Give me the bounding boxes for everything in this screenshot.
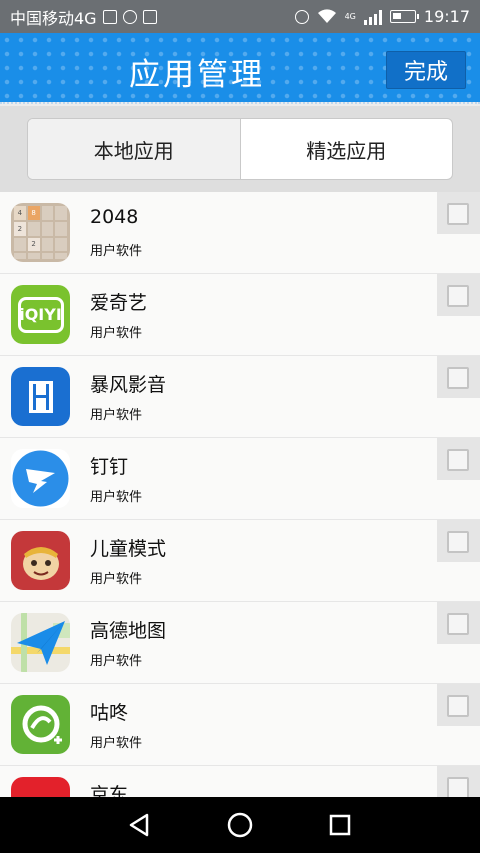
runner-icon [11, 695, 70, 754]
list-item[interactable]: 钉钉 用户软件 [0, 438, 480, 520]
dingtalk-icon [11, 449, 70, 508]
select-checkbox[interactable] [437, 766, 480, 797]
battery-icon [389, 10, 419, 23]
select-checkbox[interactable] [437, 356, 480, 398]
app-type: 用户软件 [90, 244, 143, 259]
app-name: 暴风影音 [90, 374, 167, 396]
select-checkbox[interactable] [437, 192, 480, 234]
app-name: 2048 [90, 206, 139, 228]
app-type: 用户软件 [90, 408, 143, 423]
app-name: 高德地图 [90, 620, 167, 642]
app-name: 钉钉 [90, 456, 129, 478]
network-type-label: 4G [344, 12, 356, 21]
app-type: 用户软件 [90, 736, 143, 751]
segmented-control: 本地应用 精选应用 [27, 118, 453, 180]
list-item[interactable]: 儿童模式 用户软件 [0, 520, 480, 602]
select-checkbox[interactable] [437, 602, 480, 644]
back-button[interactable] [120, 805, 160, 845]
home-button[interactable] [220, 805, 260, 845]
app-name: 爱奇艺 [90, 292, 148, 314]
list-item[interactable]: 暴风影音 用户软件 [0, 356, 480, 438]
page-title: 应用管理 [129, 57, 265, 93]
alarm-icon [294, 9, 309, 24]
jd-icon [11, 777, 70, 797]
sim-icon [142, 9, 157, 24]
clock: 19:17 [423, 7, 470, 26]
select-checkbox[interactable] [437, 438, 480, 480]
app-type: 用户软件 [90, 654, 143, 669]
sync-icon [122, 9, 137, 24]
wifi-icon [317, 8, 336, 23]
done-button[interactable]: 完成 [386, 51, 466, 89]
tab-bar: 本地应用 精选应用 [0, 106, 480, 192]
list-item[interactable]: 京东 [0, 766, 480, 797]
navigation-bar [0, 797, 480, 853]
signal-icon [363, 9, 382, 25]
tab-local-apps[interactable]: 本地应用 [28, 119, 241, 179]
status-bar: 中国移动4G 4G 19:17 [0, 0, 480, 33]
carrier-label: 中国移动4G [10, 8, 97, 28]
app-name: 京东 [90, 784, 129, 797]
recents-icon [329, 814, 351, 836]
tab-featured-apps[interactable]: 精选应用 [241, 119, 453, 179]
list-item[interactable]: 高德地图 用户软件 [0, 602, 480, 684]
map-plane-icon [11, 613, 70, 672]
iqiyi-icon: iQIYI [11, 285, 70, 344]
monkey-icon [11, 531, 70, 590]
app-type: 用户软件 [90, 572, 143, 587]
app-name: 咕咚 [90, 702, 129, 724]
app-header: 应用管理 完成 [0, 33, 480, 105]
select-checkbox[interactable] [437, 520, 480, 562]
image-icon [102, 9, 117, 24]
app-type: 用户软件 [90, 490, 143, 505]
select-checkbox[interactable] [437, 274, 480, 316]
game-2048-icon: 48 2 2 [11, 203, 70, 262]
list-item[interactable]: 48 2 2 2048 用户软件 [0, 192, 480, 274]
list-item[interactable]: 咕咚 用户软件 [0, 684, 480, 766]
film-icon [11, 367, 70, 426]
recents-button[interactable] [320, 805, 360, 845]
select-checkbox[interactable] [437, 684, 480, 726]
back-icon [129, 813, 149, 837]
app-type: 用户软件 [90, 326, 143, 341]
app-list: 48 2 2 2048 用户软件 iQIYI 爱奇艺 用户软件 暴风影音 用户软… [0, 192, 480, 797]
app-name: 儿童模式 [90, 538, 167, 560]
list-item[interactable]: iQIYI 爱奇艺 用户软件 [0, 274, 480, 356]
home-icon [227, 812, 253, 838]
